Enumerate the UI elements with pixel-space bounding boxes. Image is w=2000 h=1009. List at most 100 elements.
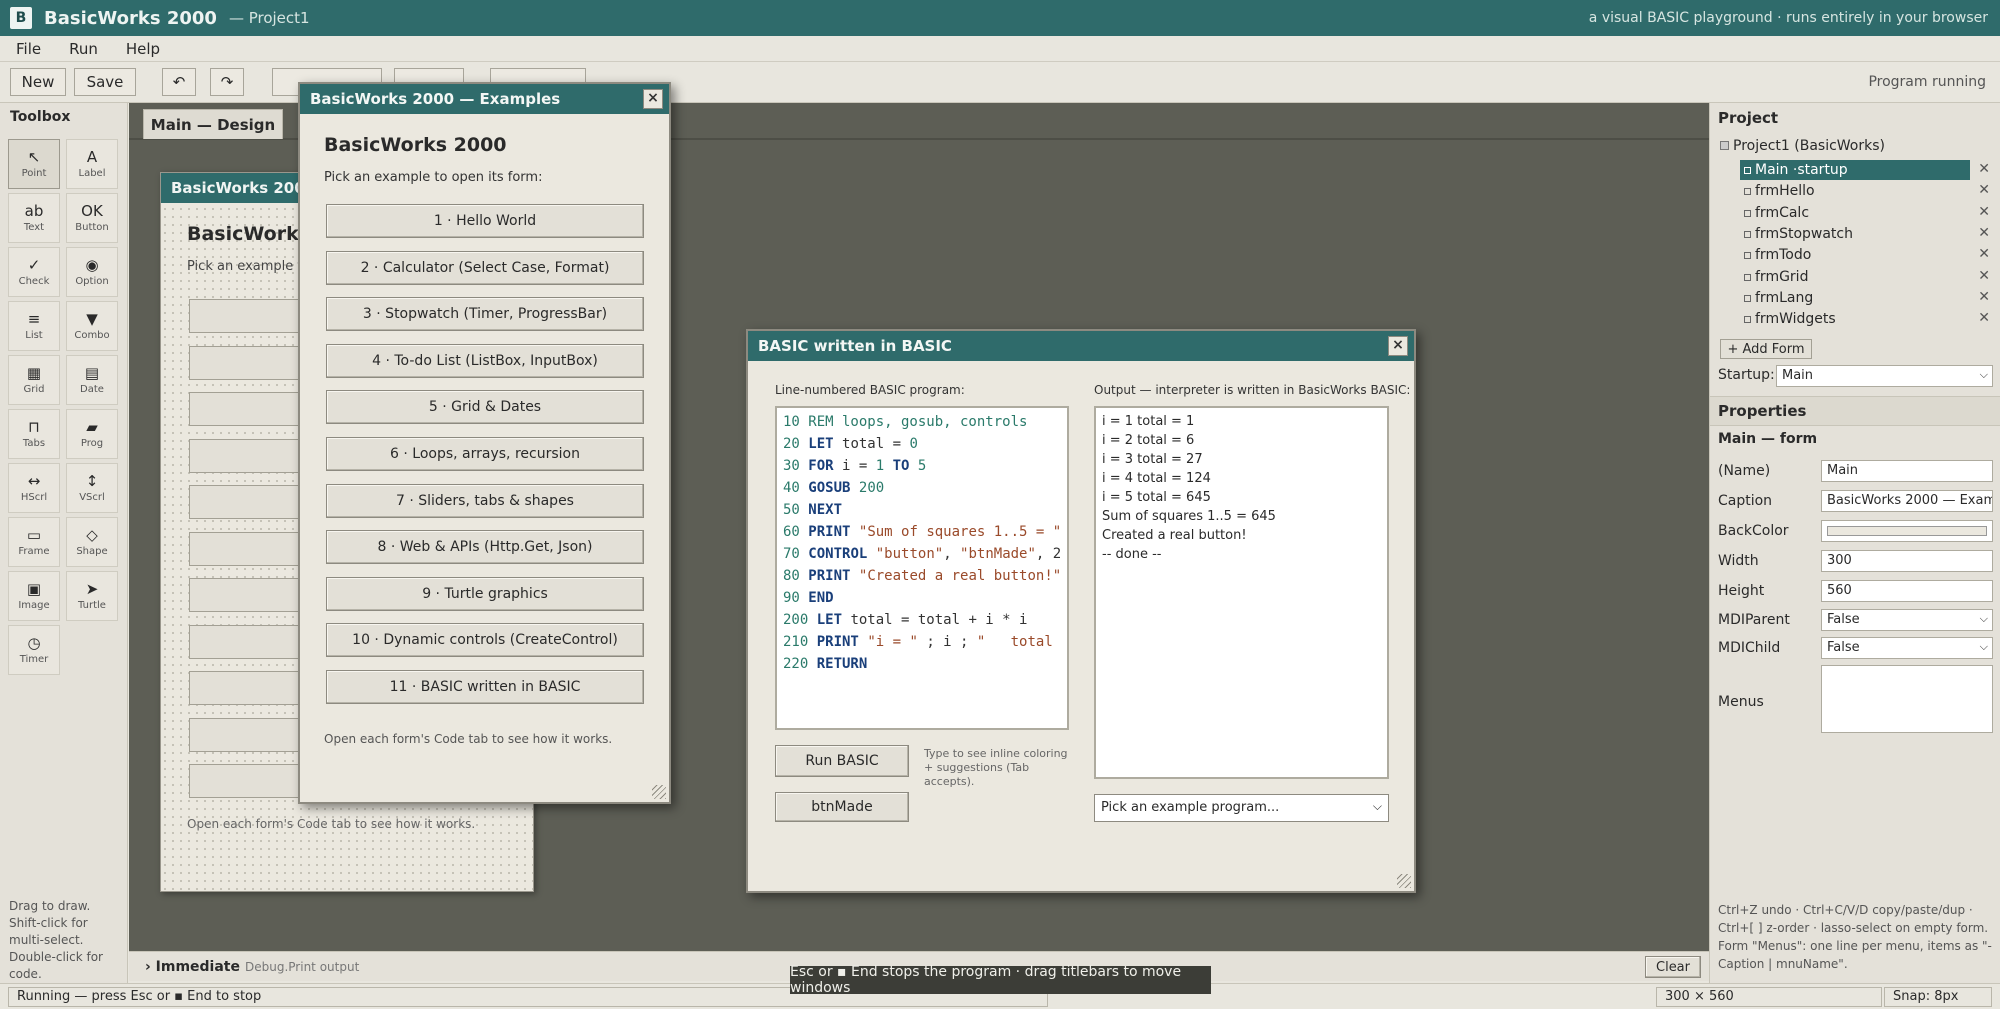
example-button-9[interactable]: 9 · Turtle graphics — [326, 576, 644, 611]
tool-combo[interactable]: ▼ Combo — [66, 301, 118, 351]
project-form-item[interactable]: frmHello — [1740, 181, 1970, 201]
example-button-10[interactable]: 10 · Dynamic controls (CreateControl) — [326, 623, 644, 658]
tool-label: Option — [75, 276, 109, 287]
example-program-select[interactable]: Pick an example program... ⌵ — [1094, 794, 1389, 822]
code-token: 60 — [783, 524, 809, 540]
add-form-button[interactable]: + Add Form — [1720, 339, 1812, 359]
remove-form-icon[interactable]: ✕ — [1978, 289, 1990, 305]
code-token: ; i ; — [917, 634, 977, 650]
prop-value-width[interactable]: 300 — [1821, 550, 1993, 572]
examples-footer: Open each form's Code tab to see how it … — [324, 732, 613, 746]
remove-form-icon[interactable]: ✕ — [1978, 182, 1990, 198]
examples-titlebar[interactable]: BasicWorks 2000 — Examples — [300, 84, 669, 114]
tool-hscrl[interactable]: ↔ HScrl — [8, 463, 60, 513]
output-line: i = 3 total = 27 — [1102, 452, 1203, 467]
tool-frame[interactable]: ▭ Frame — [8, 517, 60, 567]
save-button[interactable]: Save — [74, 68, 136, 96]
remove-form-icon[interactable]: ✕ — [1978, 310, 1990, 326]
project-form-item[interactable]: frmStopwatch — [1740, 224, 1970, 244]
prop-value-name[interactable]: Main — [1821, 460, 1993, 482]
prop-value-mdichild[interactable]: False ⌵ — [1821, 637, 1993, 659]
startup-select[interactable]: Main ⌵ — [1776, 365, 1993, 387]
tool-turtle[interactable]: ➤ Turtle — [66, 571, 118, 621]
prop-value-text: BasicWorks 2000 — Exampl — [1827, 493, 1993, 508]
examples-window[interactable]: BasicWorks 2000 — Examples × BasicWorks … — [298, 82, 671, 804]
basic-titlebar[interactable]: BASIC written in BASIC — [748, 331, 1414, 361]
tab-main-design[interactable]: Main — Design — [143, 109, 283, 139]
tool-point[interactable]: ↖ Point — [8, 139, 60, 189]
tool-prog[interactable]: ▰ Prog — [66, 409, 118, 459]
toolbox-title: Toolbox — [10, 109, 71, 125]
tool-label: Label — [78, 168, 106, 179]
remove-form-icon[interactable]: ✕ — [1978, 204, 1990, 220]
menu-run[interactable]: Run — [55, 40, 112, 58]
basic-window[interactable]: BASIC written in BASIC × Line-numbered B… — [746, 329, 1416, 893]
btnmade-button[interactable]: btnMade — [775, 792, 909, 822]
remove-form-icon[interactable]: ✕ — [1978, 268, 1990, 284]
menu-file[interactable]: File — [0, 40, 55, 58]
code-token: 70 — [783, 546, 809, 562]
resize-grip-icon[interactable] — [1397, 874, 1411, 888]
resize-grip-icon[interactable] — [652, 785, 666, 799]
tool-check[interactable]: ✓ Check — [8, 247, 60, 297]
example-button-5[interactable]: 5 · Grid & Dates — [326, 390, 644, 425]
project-form-item[interactable]: Main ·startup — [1740, 160, 1970, 180]
prop-name: MDIParent — [1718, 612, 1790, 628]
new-button[interactable]: New — [10, 68, 66, 96]
code-token: total = — [833, 436, 910, 452]
run-basic-button[interactable]: Run BASIC — [775, 745, 909, 777]
example-button-7[interactable]: 7 · Sliders, tabs & shapes — [326, 483, 644, 518]
project-form-item[interactable]: frmWidgets — [1740, 309, 1970, 329]
project-root[interactable]: Project1 (BasicWorks) — [1720, 138, 1885, 154]
example-button-6[interactable]: 6 · Loops, arrays, recursion — [326, 437, 644, 471]
tool-date[interactable]: ▤ Date — [66, 355, 118, 405]
close-icon[interactable]: × — [643, 89, 663, 109]
tool-image[interactable]: ▣ Image — [8, 571, 60, 621]
example-button-8[interactable]: 8 · Web & APIs (Http.Get, Json) — [326, 530, 644, 565]
code-token: RETURN — [816, 656, 868, 672]
tool-shape[interactable]: ◇ Shape — [66, 517, 118, 567]
immediate-toggle[interactable]: › Immediate — [145, 959, 240, 975]
clear-button[interactable]: Clear — [1645, 956, 1701, 978]
tool-text[interactable]: ab Text — [8, 193, 60, 243]
tool-label[interactable]: A Label — [66, 139, 118, 189]
project-form-label: frmGrid — [1755, 268, 1809, 285]
properties-header: Properties — [1710, 396, 2000, 426]
code-editor[interactable]: 10 REM loops, gosub, controls 20 LET tota… — [775, 406, 1069, 730]
prop-value-text: 560 — [1827, 583, 1852, 598]
menu-help[interactable]: Help — [112, 40, 174, 58]
output-line: i = 1 total = 1 — [1102, 414, 1195, 429]
prop-value-backcolor[interactable] — [1821, 520, 1993, 542]
remove-form-icon[interactable]: ✕ — [1978, 246, 1990, 262]
output-line: -- done -- — [1102, 547, 1162, 562]
tool-list[interactable]: ≡ List — [8, 301, 60, 351]
project-form-item[interactable]: frmCalc — [1740, 203, 1970, 223]
project-form-item[interactable]: frmLang — [1740, 288, 1970, 308]
tool-button[interactable]: OK Button — [66, 193, 118, 243]
prop-value-caption[interactable]: BasicWorks 2000 — Exampl — [1821, 490, 1993, 512]
code-token: PRINT — [816, 634, 859, 650]
remove-form-icon[interactable]: ✕ — [1978, 161, 1990, 177]
tool-vscrl[interactable]: ↕ VScrl — [66, 463, 118, 513]
example-button-2[interactable]: 2 · Calculator (Select Case, Format) — [326, 250, 644, 285]
tool-tabs[interactable]: ⊓ Tabs — [8, 409, 60, 459]
close-icon[interactable]: × — [1388, 336, 1408, 356]
tool-option[interactable]: ◉ Option — [66, 247, 118, 297]
example-button-4[interactable]: 4 · To-do List (ListBox, InputBox) — [326, 343, 644, 378]
remove-form-icon[interactable]: ✕ — [1978, 225, 1990, 241]
example-button-3[interactable]: 3 · Stopwatch (Timer, ProgressBar) — [326, 297, 644, 332]
tool-timer[interactable]: ◷ Timer — [8, 625, 60, 675]
undo-icon[interactable]: ↶ — [162, 68, 196, 96]
output-label: Output — interpreter is written in Basic… — [1094, 383, 1411, 397]
example-button-11[interactable]: 11 · BASIC written in BASIC — [326, 670, 644, 704]
project-form-item[interactable]: frmTodo — [1740, 245, 1970, 265]
tool-label: Shape — [76, 546, 108, 557]
prop-value-height[interactable]: 560 — [1821, 580, 1993, 602]
prop-value-mdiparent[interactable]: False ⌵ — [1821, 609, 1993, 631]
tool-grid[interactable]: ▦ Grid — [8, 355, 60, 405]
project-form-item[interactable]: frmGrid — [1740, 267, 1970, 287]
example-button-1[interactable]: 1 · Hello World — [326, 204, 644, 238]
redo-icon[interactable]: ↷ — [210, 68, 244, 96]
prop-value-menus[interactable] — [1821, 665, 1993, 733]
